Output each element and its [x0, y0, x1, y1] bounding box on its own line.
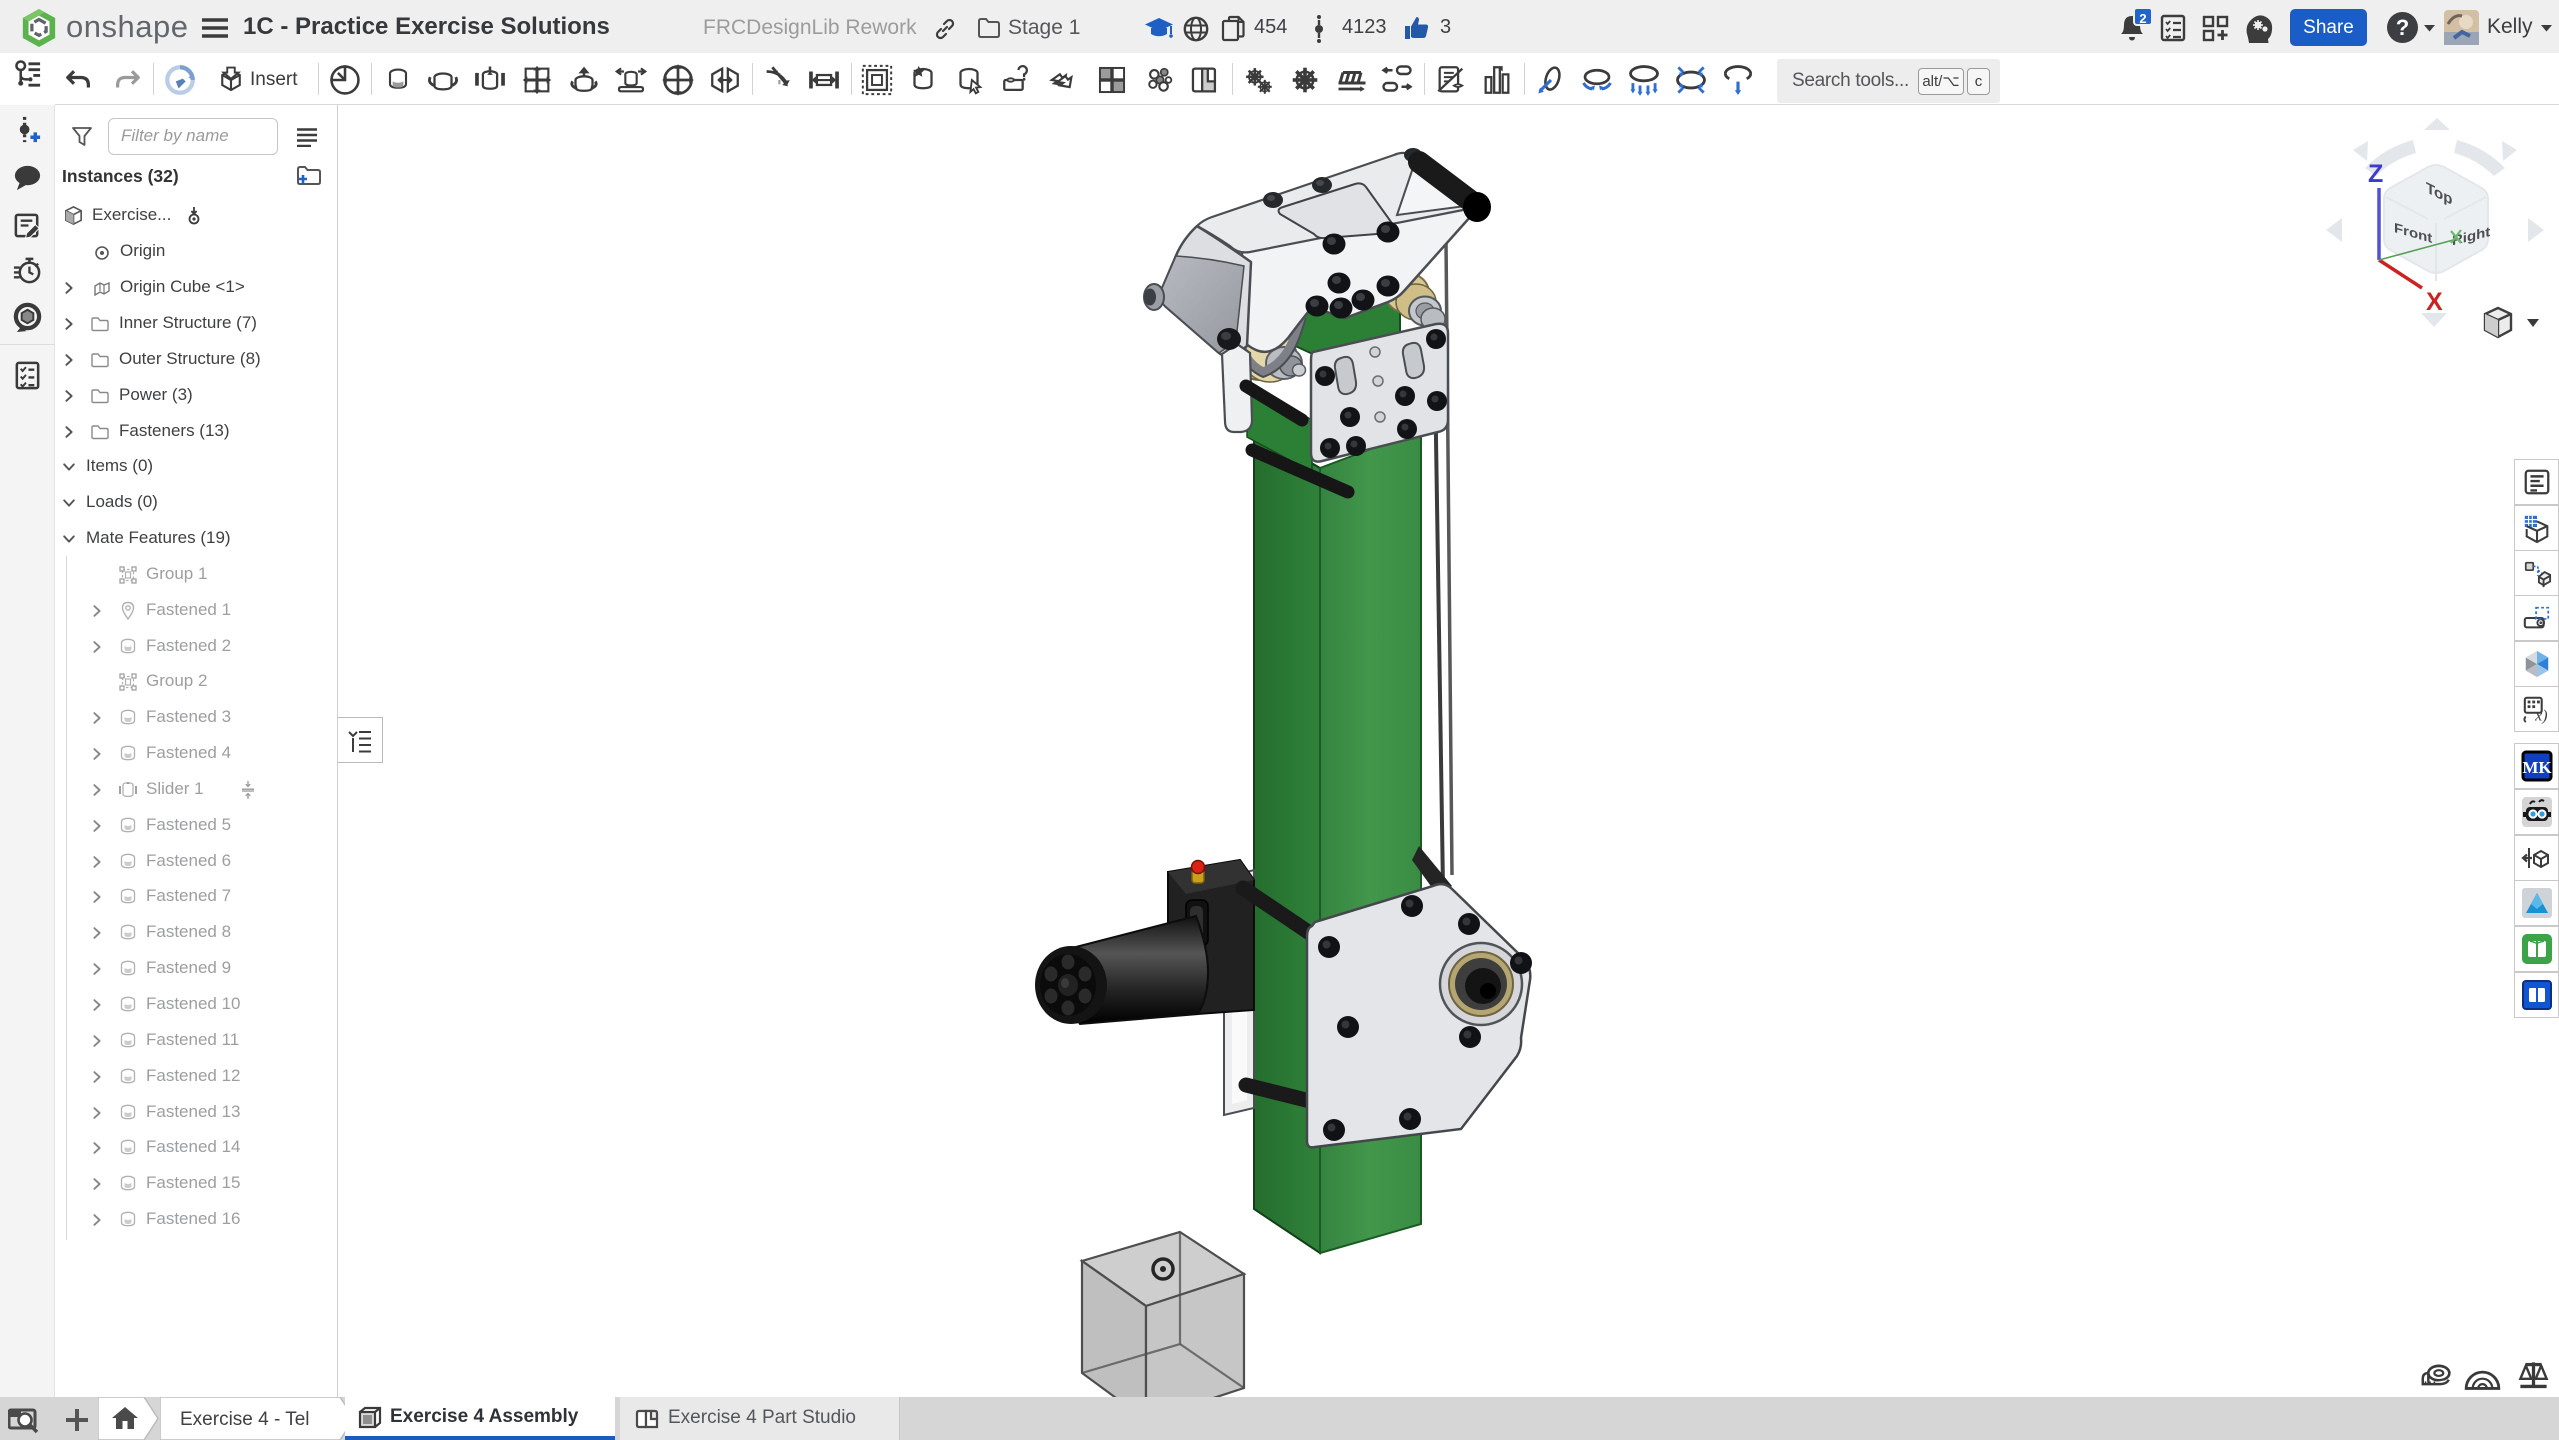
svg-text:Z: Z — [2368, 160, 2383, 188]
svg-text:x): x) — [2534, 707, 2547, 724]
svg-text:X: X — [2426, 288, 2443, 316]
svg-text:MK: MK — [2522, 758, 2552, 777]
svg-text:Exercise 4 - Tel: Exercise 4 - Tel — [180, 1409, 310, 1430]
